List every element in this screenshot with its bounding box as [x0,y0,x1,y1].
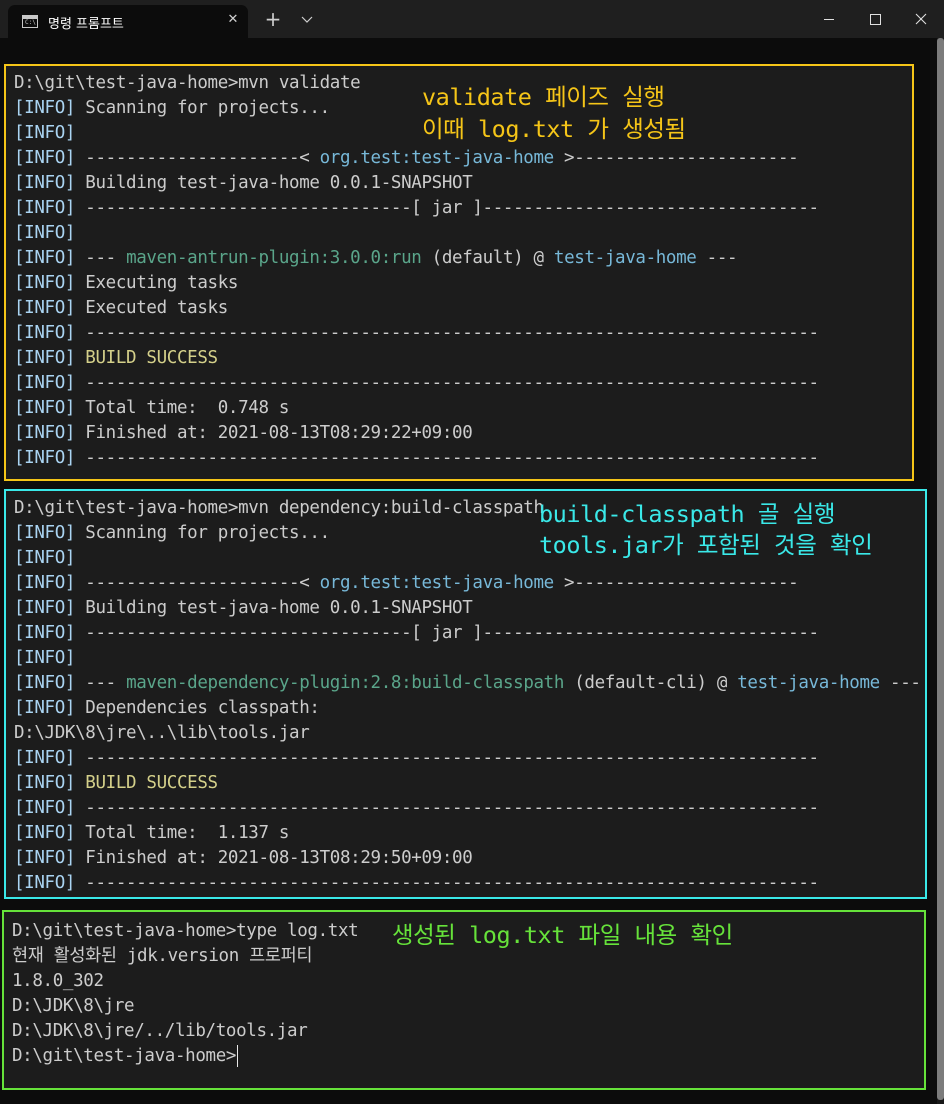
text-cursor [237,1045,239,1067]
chevron-down-icon [301,16,313,23]
log-line: [INFO] --------------------------------[… [14,198,819,218]
maximize-icon [870,14,881,25]
file-content-line: D:\JDK\8\jre [12,996,135,1016]
classpath-line: D:\JDK\8\jre\..\lib\tools.jar [14,723,310,743]
log-line: [INFO] [14,223,76,243]
file-content-line: 현재 활성화된 jdk.version 프로퍼티 [12,946,313,966]
tab-dropdown-button[interactable] [296,7,318,31]
log-line: [INFO] ---------------------------------… [14,323,819,343]
log-line: [INFO] [14,648,76,668]
log-line: [INFO] ---------------------------------… [14,448,819,468]
log-line: [INFO] ---------------------< org.test:t… [14,148,799,168]
log-line: [INFO] Finished at: 2021-08-13T08:29:50+… [14,848,473,868]
tab-title: 명령 프롬프트 [48,17,124,32]
log-line: [INFO] Dependencies classpath: [14,698,320,718]
annotation-validate-2: 이때 log.txt 가 생성됨 [422,115,686,143]
annotation-validate-1: validate 페이즈 실행 [422,83,665,111]
minimize-icon [824,19,834,20]
vertical-scrollbar[interactable] [937,38,944,1104]
log-line: [INFO] Executing tasks [14,273,239,293]
command-line: D:\git\test-java-home>mvn validate [14,73,361,93]
log-line: [INFO] --- maven-antrun-plugin:3.0.0:run… [14,248,738,268]
log-line: [INFO] ---------------------------------… [14,798,819,818]
log-line: [INFO] Building test-java-home 0.0.1-SNA… [14,173,473,193]
dependency-panel: D:\git\test-java-home>mvn dependency:bui… [4,489,927,899]
validate-panel: D:\git\test-java-home>mvn validate [INFO… [4,64,914,481]
command-prompt-icon: C:\ [22,15,38,28]
title-bar: C:\ 명령 프롬프트 ✕ + [0,0,944,38]
close-icon [915,13,927,25]
log-line: [INFO] --------------------------------[… [14,623,819,643]
typelog-panel: D:\git\test-java-home>type log.txt 현재 활성… [2,910,926,1090]
log-line: [INFO] Total time: 0.748 s [14,398,290,418]
log-line: [INFO] [14,548,76,568]
log-line: [INFO] --- maven-dependency-plugin:2.8:b… [14,673,921,693]
command-prompt-line[interactable]: D:\git\test-java-home> [12,1044,239,1069]
log-line: [INFO] Total time: 1.137 s [14,823,290,843]
log-line: [INFO] BUILD SUCCESS [14,348,218,368]
log-line: [INFO] Scanning for projects... [14,98,330,118]
log-line: [INFO] BUILD SUCCESS [14,773,218,793]
close-window-button[interactable] [898,0,944,38]
command-line: D:\git\test-java-home>mvn dependency:bui… [14,498,544,518]
log-line: [INFO] Building test-java-home 0.0.1-SNA… [14,598,473,618]
annotation-dependency-1: build-classpath 골 실행 [539,500,835,528]
new-tab-button[interactable]: + [262,7,284,31]
command-line: D:\git\test-java-home>type log.txt [12,921,359,941]
log-line: [INFO] Executed tasks [14,298,228,318]
log-line: [INFO] ---------------------------------… [14,373,819,393]
log-line: [INFO] Finished at: 2021-08-13T08:29:22+… [14,423,473,443]
log-line: [INFO] ---------------------------------… [14,873,819,893]
log-line: [INFO] ---------------------< org.test:t… [14,573,799,593]
annotation-typelog: 생성된 log.txt 파일 내용 확인 [392,921,733,949]
annotation-dependency-2: tools.jar가 포함된 것을 확인 [539,531,873,559]
file-content-line: D:\JDK\8\jre/../lib/tools.jar [12,1021,308,1041]
maximize-button[interactable] [852,0,898,38]
log-line: [INFO] [14,123,76,143]
minimize-button[interactable] [806,0,852,38]
log-line: [INFO] ---------------------------------… [14,748,819,768]
log-line: [INFO] Scanning for projects... [14,523,330,543]
file-content-line: 1.8.0_302 [12,971,104,991]
scrollbar-thumb[interactable] [937,38,944,1100]
tab-close-button[interactable]: ✕ [223,10,243,30]
tab-command-prompt[interactable]: C:\ 명령 프롬프트 ✕ [8,5,248,38]
